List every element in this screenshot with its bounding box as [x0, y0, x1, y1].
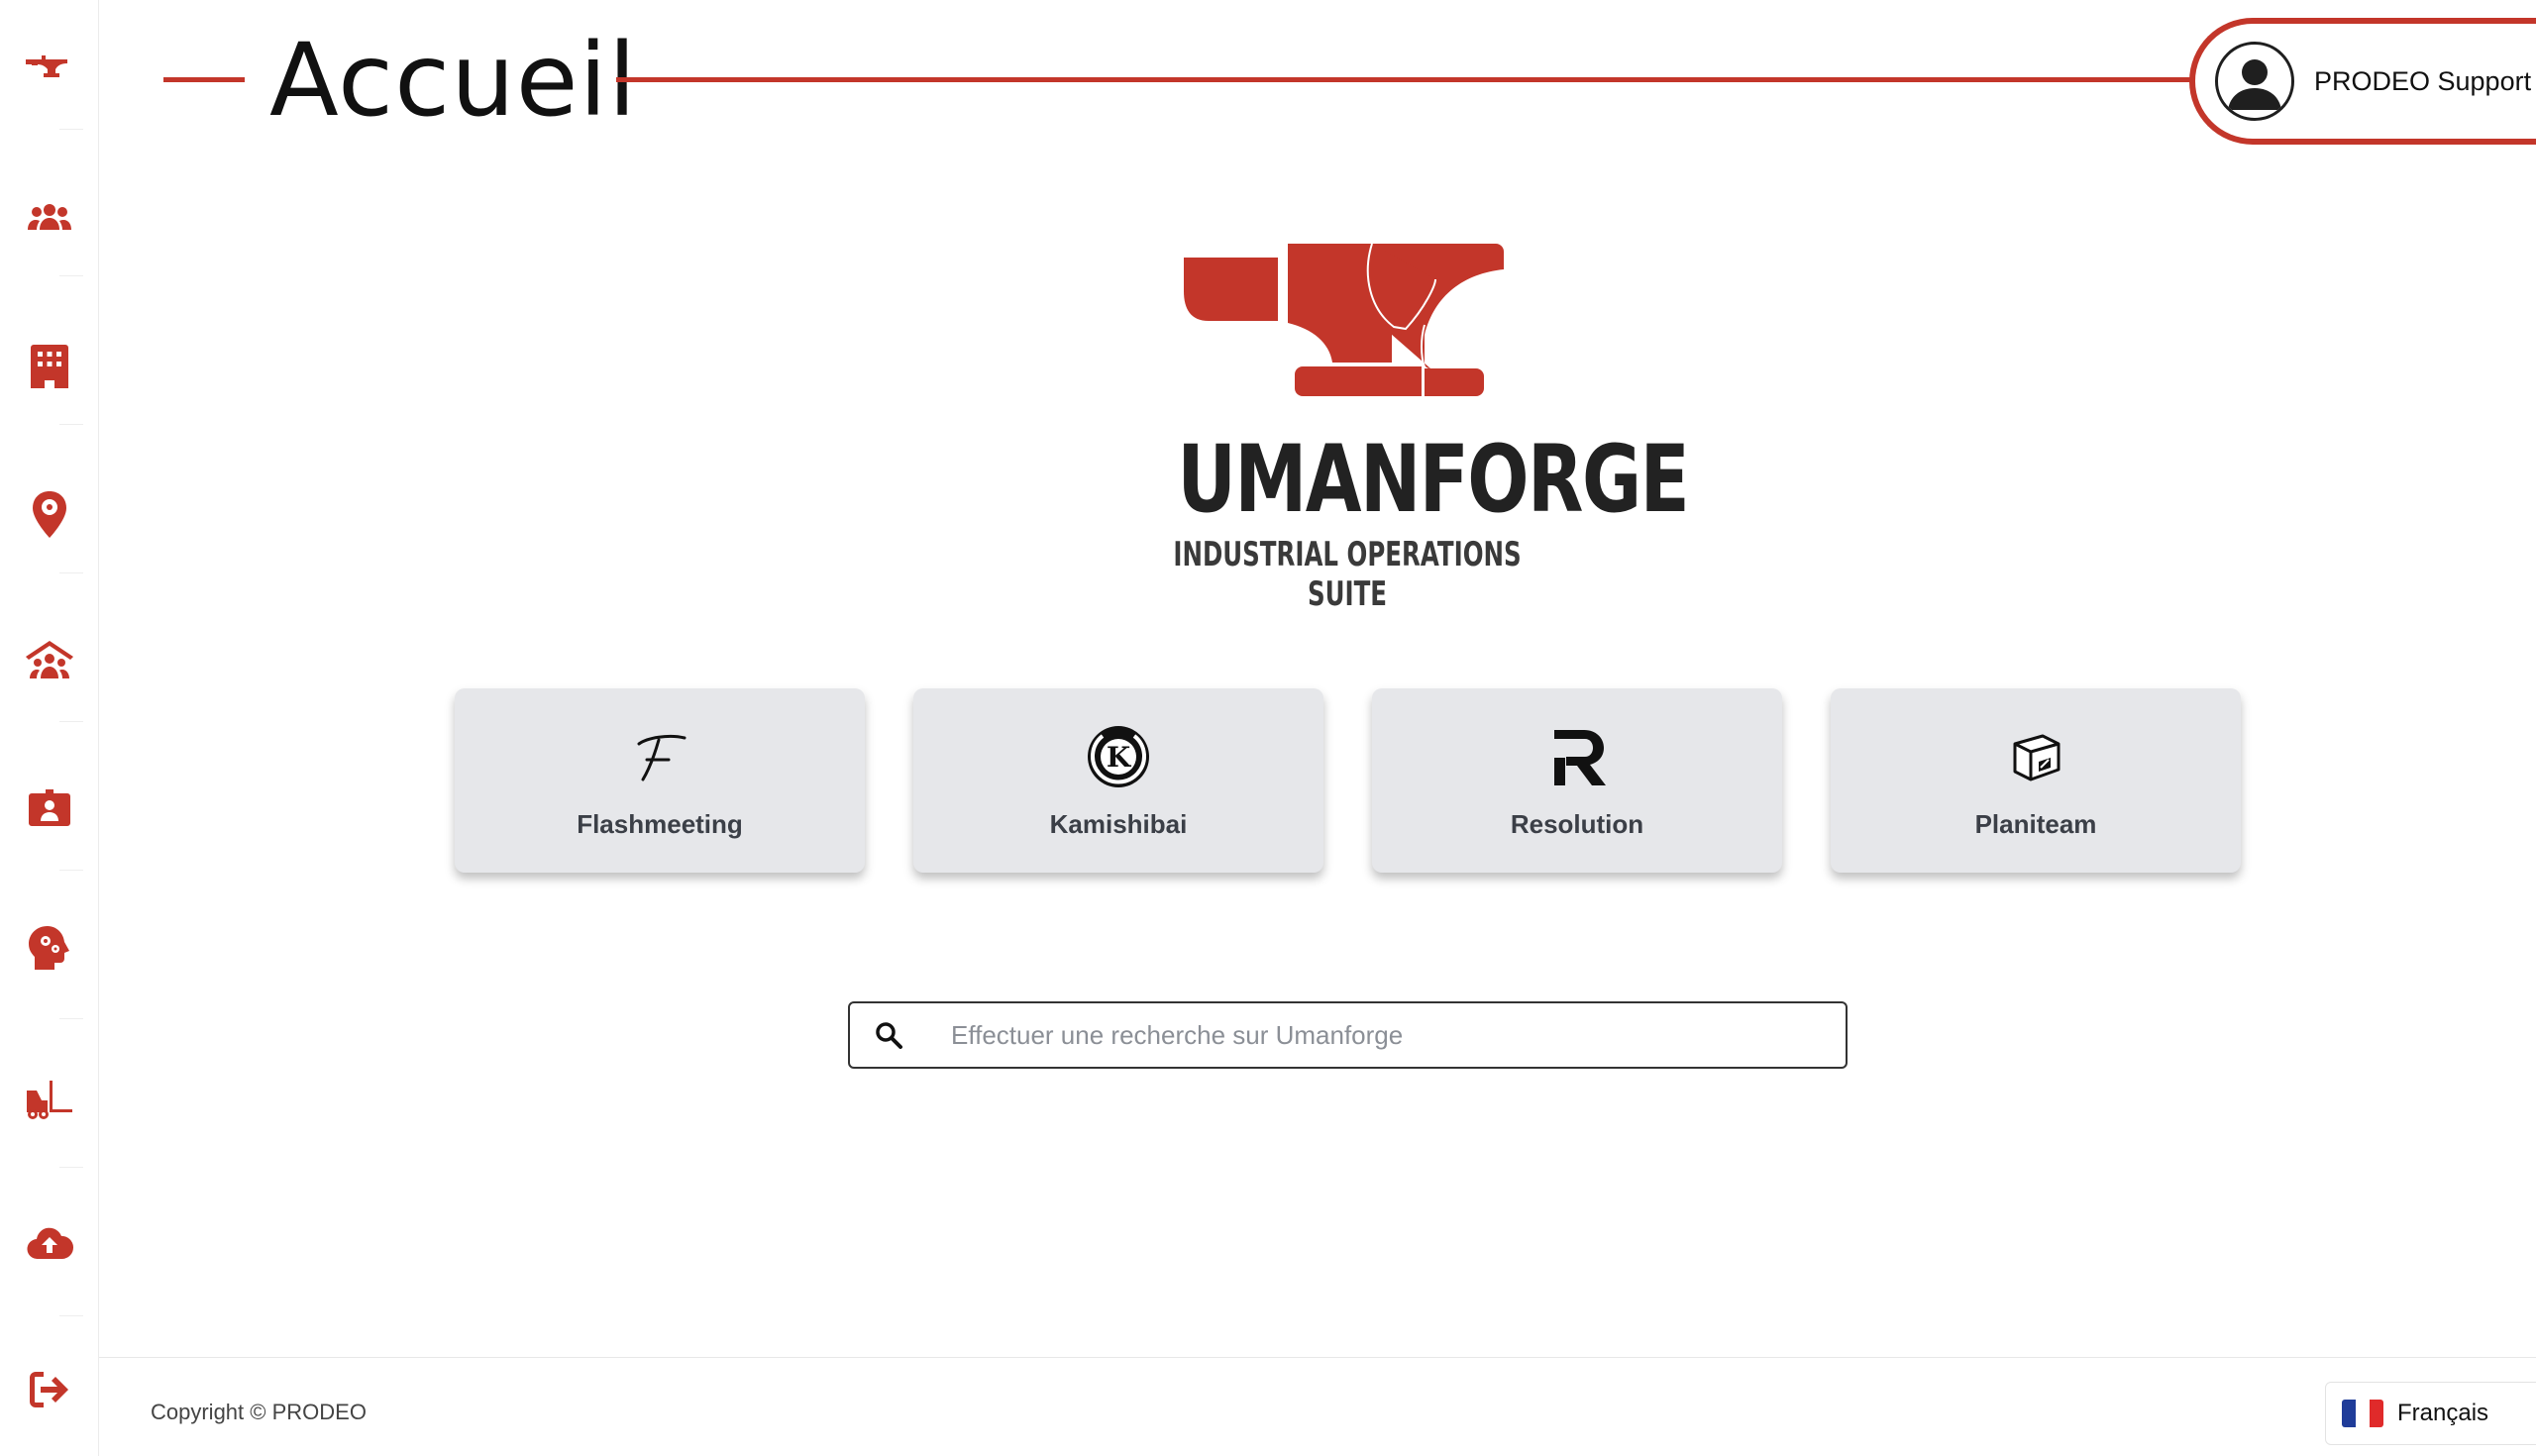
building-icon [31, 345, 68, 388]
app-card-label: Kamishibai [1049, 808, 1188, 839]
app-card-label: Flashmeeting [577, 808, 743, 839]
umanforge-logo-icon [1184, 243, 1504, 396]
footer: Copyright © PRODEO Français ⌄ [99, 1357, 2536, 1456]
flashmeeting-icon [625, 722, 694, 791]
sidebar-item-equipment[interactable] [0, 1052, 99, 1141]
location-pin-icon [33, 491, 66, 538]
svg-text:K: K [1107, 741, 1132, 774]
sidebar-item-skills[interactable] [0, 903, 99, 992]
sidebar-item-teams[interactable] [0, 616, 99, 705]
sidebar-item-home[interactable] [0, 25, 99, 114]
search-input[interactable] [951, 1019, 1823, 1051]
search-icon [876, 1022, 902, 1049]
user-name: PRODEO Support [2314, 65, 2532, 96]
brand-name: UMANFORGE [1177, 426, 1689, 534]
app-card-label: Planiteam [1974, 808, 2097, 839]
title-accent-line [616, 77, 2191, 82]
head-gears-icon [29, 926, 69, 970]
sidebar-item-users[interactable] [0, 173, 99, 262]
french-flag-icon [2342, 1400, 2383, 1427]
brand-tagline: INDUSTRIAL OPERATIONS SUITE [1173, 535, 1522, 614]
team-roof-icon [26, 641, 73, 678]
language-selector[interactable]: Français [2325, 1382, 2536, 1445]
kamishibai-icon: K [1084, 722, 1153, 791]
sidebar-item-import[interactable] [0, 1198, 99, 1288]
sidebar-item-sites[interactable] [0, 469, 99, 559]
logout-icon [30, 1372, 68, 1407]
sidebar [0, 0, 99, 1456]
app-card-label: Resolution [1510, 808, 1644, 839]
anvil-icon [26, 55, 67, 77]
forklift-icon [27, 1081, 72, 1119]
sidebar-item-companies[interactable] [0, 322, 99, 411]
global-search-bar[interactable] [848, 1001, 1848, 1069]
app-card-flashmeeting[interactable]: Flashmeeting [455, 688, 865, 873]
resolution-icon [1542, 722, 1612, 791]
copyright-text: Copyright © PRODEO [151, 1400, 367, 1424]
app-card-resolution[interactable]: Resolution [1372, 688, 1782, 873]
user-avatar-icon [2215, 42, 2294, 121]
sidebar-item-logout[interactable] [0, 1345, 99, 1434]
title-accent-dash [163, 77, 245, 82]
planiteam-icon [2001, 722, 2070, 791]
app-card-planiteam[interactable]: Planiteam [1831, 688, 2241, 873]
app-card-kamishibai[interactable]: K Kamishibai [913, 688, 1323, 873]
language-label: Français [2397, 1400, 2489, 1426]
page-title: Accueil [269, 22, 638, 140]
id-badge-icon [29, 789, 70, 826]
user-menu-button[interactable]: PRODEO Support [2189, 18, 2536, 145]
sidebar-item-employees[interactable] [0, 763, 99, 852]
users-icon [28, 204, 71, 230]
cloud-upload-icon [27, 1227, 74, 1260]
